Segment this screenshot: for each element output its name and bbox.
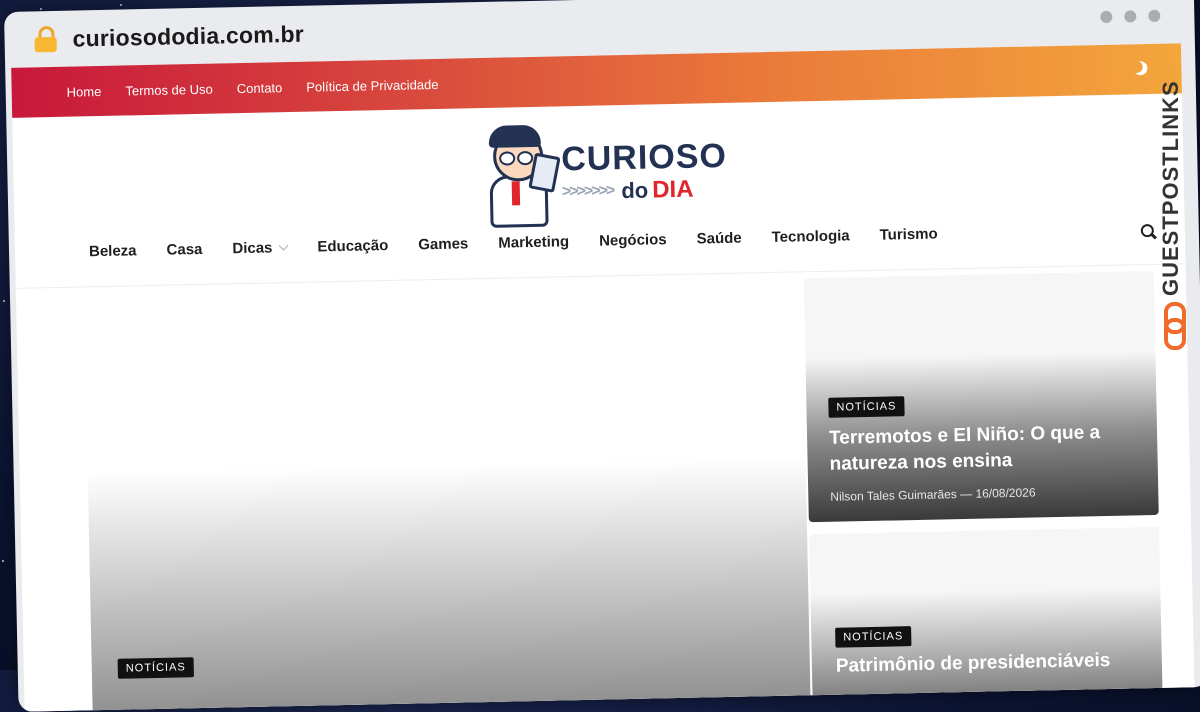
nav-item-games[interactable]: Games [418, 235, 468, 253]
moon-icon[interactable] [1132, 59, 1150, 77]
topbar-link-contato[interactable]: Contato [237, 80, 283, 96]
lock-icon [34, 25, 57, 53]
browser-window: curiosododia.com.br Home Termos de Uso C… [4, 0, 1200, 712]
topbar-link-privacidade[interactable]: Política de Privacidade [306, 76, 439, 94]
post-title[interactable]: Terremotos e El Niño: O que a natureza n… [829, 420, 1130, 478]
logo-text-curioso: CURIOSO [560, 136, 728, 179]
site-header: CURIOSO >>>>>>> do DIA Beleza Casa Dicas… [12, 93, 1186, 289]
nav-item-marketing[interactable]: Marketing [498, 233, 569, 251]
post-title[interactable]: Patrimônio de presidenciáveis [836, 647, 1136, 679]
window-dot-icon[interactable] [1100, 10, 1113, 24]
post-date: 16/08/2026 [975, 485, 1036, 501]
logo-text-do: do [621, 177, 649, 204]
nav-item-dicas[interactable]: Dicas [232, 239, 289, 258]
category-badge[interactable]: NOTÍCIAS [117, 657, 194, 679]
url-text[interactable]: curiosododia.com.br [72, 20, 304, 52]
topbar-link-termos[interactable]: Termos de Uso [125, 81, 213, 98]
watermark: GUESTPOSTLINKS [1158, 56, 1198, 356]
meta-separator: — [960, 486, 976, 502]
link-icon [1164, 302, 1186, 350]
window-controls [1100, 9, 1161, 24]
category-badge[interactable]: NOTÍCIAS [835, 626, 912, 648]
window-dot-icon[interactable] [1124, 10, 1137, 23]
nav-item-saude[interactable]: Saúde [696, 230, 741, 248]
watermark-text: GUESTPOSTLINKS [1158, 80, 1183, 296]
nav-item-beleza[interactable]: Beleza [89, 242, 137, 260]
mascot-icon [482, 124, 561, 228]
search-icon[interactable] [1140, 223, 1157, 240]
logo-arrows: >>>>>>> [561, 182, 614, 201]
chevron-down-icon [278, 240, 289, 251]
hero-post[interactable]: NOTÍCIAS [83, 276, 811, 712]
nav-item-educacao[interactable]: Educação [317, 237, 388, 255]
nav-item-negocios[interactable]: Negócios [599, 231, 667, 249]
nav-item-tecnologia[interactable]: Tecnologia [771, 227, 849, 246]
content-area: NOTÍCIAS NOTÍCIAS Terremotos e El Niño: … [16, 264, 1195, 712]
topbar-link-home[interactable]: Home [67, 83, 102, 99]
post-author[interactable]: Nilson Tales Guimarães [830, 487, 957, 504]
logo-text-dia: DIA [651, 175, 694, 204]
nav-item-turismo[interactable]: Turismo [879, 225, 937, 243]
web-page: Home Termos de Uso Contato Política de P… [11, 43, 1195, 712]
nav-item-label: Dicas [232, 239, 273, 258]
featured-post[interactable]: NOTÍCIAS Terremotos e El Niño: O que a n… [803, 270, 1159, 523]
site-logo[interactable]: CURIOSO >>>>>>> do DIA [482, 121, 728, 228]
main-nav: Beleza Casa Dicas Educação Games Marketi… [89, 225, 968, 260]
featured-post[interactable]: NOTÍCIAS Patrimônio de presidenciáveis [809, 526, 1164, 712]
category-badge[interactable]: NOTÍCIAS [828, 396, 905, 418]
post-meta: Nilson Tales Guimarães — 16/08/2026 [830, 486, 1035, 504]
nav-item-casa[interactable]: Casa [166, 241, 202, 259]
